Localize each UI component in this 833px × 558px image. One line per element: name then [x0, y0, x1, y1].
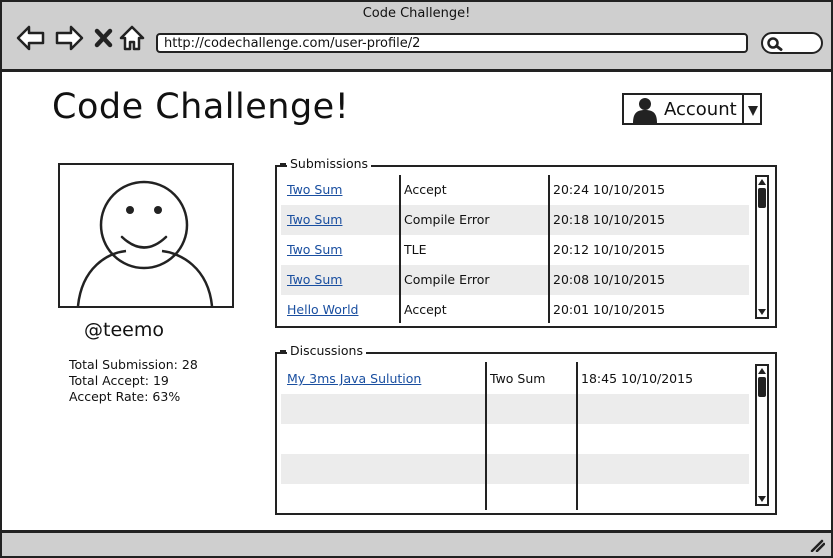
caret-down-icon[interactable]: [747, 102, 759, 121]
home-icon[interactable]: [118, 24, 146, 52]
discussions-table: My 3ms Java Sulution Two Sum 18:45 10/10…: [281, 364, 749, 484]
address-bar[interactable]: http://codechallenge.com/user-profile/2: [156, 33, 748, 53]
table-row: [281, 454, 749, 484]
problem-link[interactable]: Two Sum: [287, 175, 342, 205]
browser-toolbar: Code Challenge! http://codechallenge.com…: [2, 2, 831, 72]
column-divider: [576, 362, 578, 510]
scroll-up-icon[interactable]: [757, 177, 767, 187]
table-row: Hello World Accept 20:01 10/10/2015: [281, 295, 749, 325]
column-divider: [399, 175, 401, 323]
table-row: [281, 424, 749, 454]
submission-status: Compile Error: [404, 212, 490, 227]
problem-link[interactable]: Two Sum: [287, 235, 342, 265]
user-icon: [632, 97, 658, 127]
problem-link[interactable]: Two Sum: [287, 265, 342, 295]
back-arrow-icon[interactable]: [16, 24, 45, 52]
submission-status: Accept: [404, 182, 447, 197]
submission-time: 20:12 10/10/2015: [553, 242, 666, 257]
account-label: Account: [664, 99, 737, 120]
submission-status: Compile Error: [404, 272, 490, 287]
accept-rate-stat: Accept Rate: 63%: [69, 389, 181, 404]
window-title: Code Challenge!: [362, 6, 471, 21]
scroll-thumb[interactable]: [758, 377, 766, 397]
submission-status: Accept: [404, 302, 447, 317]
total-accept-stat: Total Accept: 19: [69, 373, 169, 388]
discussion-problem: Two Sum: [490, 371, 546, 386]
table-row: Two Sum Compile Error 20:08 10/10/2015: [281, 265, 749, 295]
table-row: [281, 394, 749, 424]
account-dropdown[interactable]: Account: [622, 93, 762, 125]
submission-status: TLE: [404, 242, 427, 257]
user-stats: Total Submission: 28 Total Accept: 19 Ac…: [69, 357, 198, 405]
table-row: Two Sum Compile Error 20:18 10/10/2015: [281, 205, 749, 235]
submissions-title: Submissions: [279, 157, 372, 171]
search-field[interactable]: [761, 32, 823, 54]
forward-arrow-icon[interactable]: [54, 24, 84, 52]
problem-link[interactable]: Two Sum: [287, 205, 342, 235]
close-icon[interactable]: [92, 24, 120, 52]
scroll-down-icon[interactable]: [757, 494, 767, 504]
table-row: My 3ms Java Sulution Two Sum 18:45 10/10…: [281, 364, 749, 394]
profile-avatar: [58, 163, 234, 308]
scroll-up-icon[interactable]: [757, 366, 767, 376]
submission-time: 20:01 10/10/2015: [553, 302, 666, 317]
discussions-title: Discussions: [280, 344, 366, 358]
discussion-link[interactable]: My 3ms Java Sulution: [287, 364, 421, 394]
page-title: Code Challenge!: [52, 87, 350, 127]
submissions-scrollbar[interactable]: [755, 175, 769, 319]
scroll-down-icon[interactable]: [757, 307, 767, 317]
table-row: Two Sum Accept 20:24 10/10/2015: [281, 175, 749, 205]
problem-link[interactable]: Hello World: [287, 295, 358, 325]
status-bar: [2, 530, 831, 556]
discussion-time: 18:45 10/10/2015: [581, 371, 694, 386]
total-submission-stat: Total Submission: 28: [69, 357, 198, 372]
submissions-table: Two Sum Accept 20:24 10/10/2015 Two Sum …: [281, 175, 749, 325]
dropdown-divider: [742, 95, 744, 123]
discussions-scrollbar[interactable]: [755, 364, 769, 506]
search-icon: [767, 37, 783, 51]
submission-time: 20:24 10/10/2015: [553, 182, 666, 197]
table-row: Two Sum TLE 20:12 10/10/2015: [281, 235, 749, 265]
submission-time: 20:08 10/10/2015: [553, 272, 666, 287]
submission-time: 20:18 10/10/2015: [553, 212, 666, 227]
resize-grip-icon[interactable]: [809, 537, 826, 556]
discussions-panel: Discussions My 3ms Java Sulution Two Sum…: [275, 344, 777, 515]
user-handle: @teemo: [84, 319, 164, 341]
submissions-panel: Submissions Two Sum Accept 20:24 10/10/2…: [275, 157, 777, 328]
scroll-thumb[interactable]: [758, 188, 766, 208]
browser-window: Code Challenge! http://codechallenge.com…: [0, 0, 833, 558]
column-divider: [485, 362, 487, 510]
column-divider: [548, 175, 550, 323]
